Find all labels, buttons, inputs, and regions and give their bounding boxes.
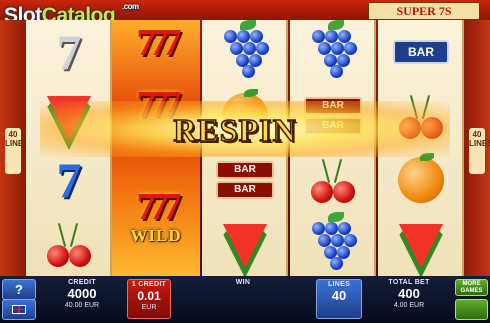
cherry-symbol: [290, 148, 376, 212]
credit-value: 4000: [67, 286, 97, 301]
cherry-symbol: [26, 212, 112, 276]
total-bet-display: TOTAL BET 400 4.00 EUR: [366, 278, 452, 320]
coin-value-button[interactable]: 1 CREDIT 0.01 EUR: [127, 279, 171, 319]
coin-currency: EUR: [141, 304, 157, 311]
win-display: WIN: [176, 278, 310, 320]
silver-seven-symbol: 7: [56, 24, 82, 80]
total-bet-currency: 4.00 EUR: [393, 302, 425, 309]
game-logo: SUPER 7S: [368, 2, 480, 20]
coin-value: 0.01: [137, 289, 161, 303]
uk-flag-icon: [12, 305, 26, 314]
grapes-symbol: [202, 20, 288, 84]
bar-symbol: BAR: [378, 20, 464, 84]
double-bar-symbol: BARBAR: [202, 148, 288, 212]
wild-seven-symbol: 777 WILD: [130, 186, 182, 245]
wild-label: WILD: [130, 226, 182, 245]
language-button[interactable]: [2, 299, 36, 320]
watermark-suffix: .com: [122, 2, 139, 11]
watermelon-symbol: [202, 212, 288, 278]
grapes-symbol: [290, 20, 376, 84]
lines-indicator-right: 40 LINES: [469, 128, 490, 174]
respin-banner: RESPIN: [173, 112, 297, 148]
game-screen: SlotCatalog .com SUPER 7S 40 LINES 40 LIN…: [0, 0, 490, 323]
lines-value: 40: [331, 288, 347, 303]
more-games-button[interactable]: MORE GAMES: [455, 279, 488, 296]
right-side-panel: 40 LINES: [464, 20, 490, 276]
credit-display: CREDIT 4000 40.00 EUR: [42, 278, 122, 320]
watermelon-symbol: [378, 212, 464, 278]
help-button[interactable]: ?: [2, 279, 36, 300]
lines-button[interactable]: LINES 40: [316, 279, 362, 319]
orange-symbol: [378, 148, 464, 212]
credit-currency: 40.00 EUR: [64, 302, 100, 309]
grapes-symbol: [290, 212, 376, 276]
coin-label: 1 CREDIT: [131, 281, 167, 288]
spin-button[interactable]: [455, 299, 488, 320]
lines-indicator-left: 40 LINES: [5, 128, 29, 174]
wild-seven-symbol: 777: [136, 22, 182, 64]
left-side-panel: 40 LINES: [0, 20, 29, 276]
win-label: WIN: [235, 279, 251, 286]
total-bet-value: 400: [398, 286, 420, 301]
blue-seven-symbol: 7: [56, 152, 82, 208]
